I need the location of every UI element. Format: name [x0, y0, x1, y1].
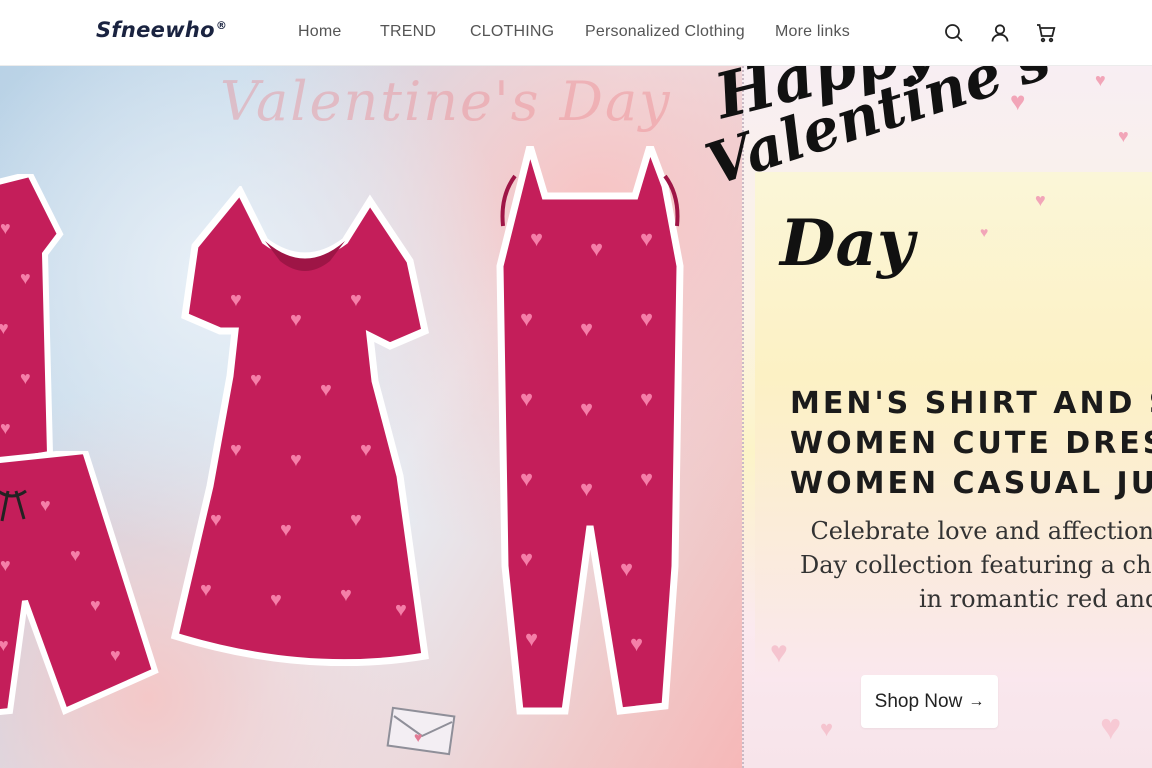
heart-decoration: ♥	[1118, 126, 1129, 146]
svg-text:♥: ♥	[290, 309, 302, 331]
svg-text:♥: ♥	[90, 595, 101, 615]
svg-text:♥: ♥	[640, 226, 653, 251]
subtext-line-1: Celebrate love and affection wit	[810, 517, 1152, 545]
happy-valentines-script: Happy Valentine's Day	[698, 66, 1058, 281]
subtext-line-3: in romantic red and pi	[918, 585, 1152, 613]
svg-text:♥: ♥	[360, 439, 372, 461]
svg-text:♥: ♥	[590, 236, 603, 261]
svg-text:♥: ♥	[520, 306, 533, 331]
cart-icon[interactable]	[1034, 21, 1058, 45]
svg-text:♥: ♥	[630, 631, 643, 656]
svg-text:♥: ♥	[0, 318, 9, 338]
brand-name: Sfneewho	[96, 18, 215, 42]
arrow-right-icon: →	[968, 692, 985, 710]
hero-subtext: Celebrate love and affection wit Day col…	[800, 514, 1152, 616]
hero-banner[interactable]: Valentine's Day ♥ ♥ ♥ ♥ ♥ ♥ ♥ ♥ ♥ ♥ ♥ ♥ ♥ ♥ ♥…	[0, 66, 1152, 768]
svg-text:♥: ♥	[0, 635, 9, 655]
shorts-garment: ♥ ♥ ♥ ♥ ♥ ♥	[0, 451, 159, 716]
envelope-icon: ♥	[386, 706, 456, 756]
shop-now-label: Shop Now	[874, 690, 963, 712]
subtext-line-2: Day collection featuring a charm	[800, 551, 1152, 579]
heart-decoration: ♥	[820, 716, 834, 741]
hero-headline: MEN'S SHIRT AND S WOMEN CUTE DRES WOMEN …	[790, 384, 1152, 504]
svg-text:♥: ♥	[0, 418, 11, 438]
svg-text:♥: ♥	[210, 509, 222, 531]
svg-text:♥: ♥	[350, 289, 362, 311]
search-icon[interactable]	[942, 21, 966, 45]
svg-text:♥: ♥	[290, 449, 302, 471]
svg-text:♥: ♥	[0, 555, 11, 575]
site-header: Sfneewho® Home TREND CLOTHING Personaliz…	[0, 0, 1152, 66]
svg-text:♥: ♥	[270, 589, 282, 611]
svg-text:♥: ♥	[520, 466, 533, 491]
svg-text:♥: ♥	[580, 476, 593, 501]
svg-text:♥: ♥	[110, 645, 121, 665]
svg-text:♥: ♥	[530, 226, 543, 251]
svg-text:♥: ♥	[350, 509, 362, 531]
headline-line-3: WOMEN CASUAL JU	[790, 466, 1152, 501]
svg-text:♥: ♥	[580, 396, 593, 421]
svg-text:♥: ♥	[230, 439, 242, 461]
svg-text:♥: ♥	[280, 519, 292, 541]
svg-text:♥: ♥	[525, 626, 538, 651]
svg-text:♥: ♥	[620, 556, 633, 581]
svg-text:♥: ♥	[250, 369, 262, 391]
svg-text:♥: ♥	[520, 546, 533, 571]
nav-personalized-clothing[interactable]: Personalized Clothing	[585, 23, 745, 41]
svg-text:♥: ♥	[340, 584, 352, 606]
nav-trend[interactable]: TREND	[380, 23, 436, 41]
svg-text:♥: ♥	[200, 579, 212, 601]
dress-garment: ♥ ♥ ♥ ♥ ♥ ♥ ♥ ♥ ♥ ♥ ♥ ♥ ♥ ♥ ♥	[170, 186, 430, 666]
script-title-line-3: Day	[780, 205, 915, 281]
background-script-text: Valentine's Day	[220, 70, 672, 133]
svg-text:♥: ♥	[20, 368, 31, 388]
nav-home[interactable]: Home	[298, 23, 341, 41]
headline-line-2: WOMEN CUTE DRES	[790, 426, 1152, 461]
svg-text:♥: ♥	[414, 729, 422, 745]
nav-more-links[interactable]: More links	[775, 23, 850, 41]
svg-text:♥: ♥	[320, 379, 332, 401]
nav-clothing[interactable]: CLOTHING	[470, 23, 554, 41]
svg-text:♥: ♥	[580, 316, 593, 341]
svg-text:♥: ♥	[40, 495, 51, 515]
svg-text:♥: ♥	[20, 268, 31, 288]
headline-line-1: MEN'S SHIRT AND S	[790, 386, 1152, 421]
brand-logo[interactable]: Sfneewho®	[96, 18, 227, 42]
shop-now-button[interactable]: Shop Now →	[861, 675, 998, 728]
brand-mark: ®	[215, 19, 228, 32]
svg-text:♥: ♥	[640, 386, 653, 411]
svg-text:♥: ♥	[640, 306, 653, 331]
heart-decoration: ♥	[770, 636, 788, 669]
svg-text:♥: ♥	[520, 386, 533, 411]
jumpsuit-garment: ♥ ♥ ♥ ♥ ♥ ♥ ♥ ♥ ♥ ♥ ♥ ♥ ♥ ♥ ♥ ♥	[496, 146, 684, 715]
account-icon[interactable]	[988, 21, 1012, 45]
heart-decoration: ♥	[1100, 706, 1122, 747]
shirt-garment: ♥ ♥ ♥ ♥ ♥	[0, 174, 64, 466]
heart-decoration: ♥	[1095, 70, 1106, 90]
svg-text:♥: ♥	[395, 599, 407, 621]
svg-text:♥: ♥	[70, 545, 81, 565]
svg-text:♥: ♥	[230, 289, 242, 311]
svg-text:♥: ♥	[0, 218, 11, 238]
svg-text:♥: ♥	[640, 466, 653, 491]
